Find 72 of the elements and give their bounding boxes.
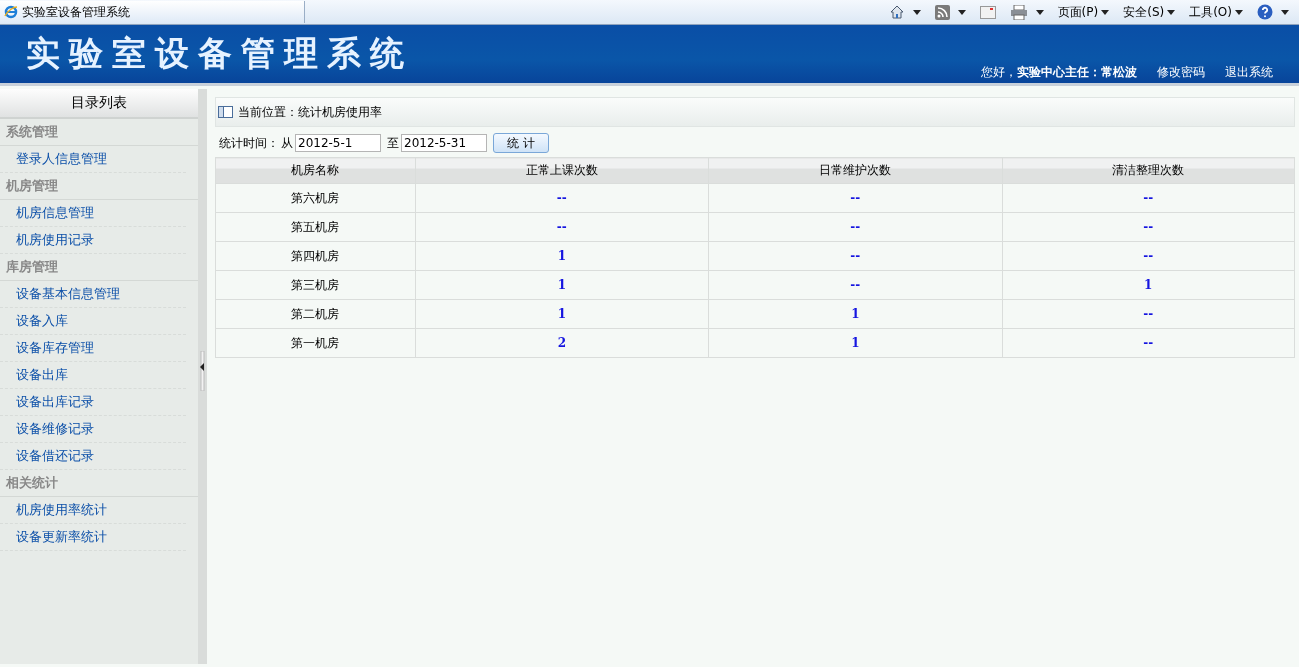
filter-label: 统计时间： (219, 134, 279, 152)
breadcrumb-text: 当前位置：统计机房使用率 (238, 103, 382, 121)
menu-item[interactable]: 机房使用记录 (0, 227, 186, 254)
table-cell: 第五机房 (215, 212, 416, 242)
dropdown-caret-icon (1235, 9, 1243, 15)
table-cell: 2 (415, 328, 709, 358)
tab-title: 实验室设备管理系统 (22, 3, 130, 21)
collapse-handle-icon[interactable] (199, 351, 206, 391)
dropdown-caret-icon (1167, 9, 1176, 15)
menu-item[interactable]: 设备库存管理 (0, 335, 186, 362)
table-cell: 第四机房 (215, 241, 416, 271)
menu-item[interactable]: 设备更新率统计 (0, 524, 186, 551)
panel-icon (218, 106, 233, 118)
browser-tab[interactable]: 实验室设备管理系统 (0, 1, 305, 23)
table-cell: -- (1002, 212, 1295, 242)
menu-item[interactable]: 设备借还记录 (0, 443, 186, 470)
table-cell: -- (708, 241, 1003, 271)
browser-logo-icon (4, 5, 18, 19)
column-header: 清洁整理次数 (1002, 157, 1295, 184)
table-cell: -- (1002, 328, 1295, 358)
table-cell: -- (1002, 183, 1295, 213)
menu-item[interactable]: 设备基本信息管理 (0, 281, 186, 308)
dropdown-caret-icon (1035, 9, 1044, 15)
to-label: 至 (387, 134, 399, 152)
menu-item[interactable]: 设备入库 (0, 308, 186, 335)
menu-item[interactable]: 设备维修记录 (0, 416, 186, 443)
table-cell: -- (415, 212, 709, 242)
system-title: 实验室设备管理系统 (26, 32, 413, 75)
dropdown-caret-icon (1281, 9, 1289, 15)
menu-item[interactable]: 设备出库记录 (0, 389, 186, 416)
table-cell: 1 (415, 299, 709, 329)
start-date-field[interactable]: 2012-5-1 (295, 134, 381, 152)
home-icon[interactable] (888, 4, 905, 20)
menu-item[interactable]: 设备出库 (0, 362, 186, 389)
menu-item[interactable]: 机房信息管理 (0, 200, 186, 227)
end-date-field[interactable]: 2012-5-31 (401, 134, 487, 152)
table-cell: -- (415, 183, 709, 213)
dropdown-caret-icon (912, 9, 921, 15)
table-cell: -- (708, 270, 1003, 300)
table-cell: -- (708, 183, 1003, 213)
toolbar-menu[interactable]: 工具(O) (1189, 3, 1243, 21)
table-cell: 1 (708, 328, 1003, 358)
dropdown-caret-icon (1101, 9, 1110, 15)
menu-item[interactable]: 机房使用率统计 (0, 497, 186, 524)
column-header: 机房名称 (215, 157, 416, 184)
table-cell: 1 (1002, 270, 1295, 300)
menu-item[interactable]: 登录人信息管理 (0, 146, 186, 173)
table-cell: 1 (415, 270, 709, 300)
from-label: 从 (281, 134, 293, 152)
header-link[interactable]: 修改密码 (1157, 64, 1205, 81)
dropdown-caret-icon (957, 9, 966, 15)
statistics-button[interactable]: 统 计 (493, 133, 549, 153)
feed-icon[interactable] (934, 4, 950, 20)
table-cell: 第三机房 (215, 270, 416, 300)
table-cell: -- (1002, 299, 1295, 329)
mail-icon[interactable] (979, 5, 996, 19)
column-header: 正常上课次数 (415, 157, 709, 184)
table-cell: 第一机房 (215, 328, 416, 358)
table-cell: 1 (415, 241, 709, 271)
sidebar-title: 目录列表 (0, 89, 198, 119)
column-header: 日常维护次数 (708, 157, 1003, 184)
printer-icon[interactable] (1009, 4, 1028, 20)
table-cell: 第二机房 (215, 299, 416, 329)
toolbar-menu[interactable]: 安全(S) (1123, 3, 1176, 21)
table-cell: 第六机房 (215, 183, 416, 213)
help-icon[interactable] (1257, 4, 1273, 20)
toolbar-menu[interactable]: 页面(P) (1057, 3, 1110, 21)
table-cell: -- (1002, 241, 1295, 271)
user-greeting: 您好，实验中心主任：常松波 (981, 64, 1137, 81)
table-cell: -- (708, 212, 1003, 242)
table-cell: 1 (708, 299, 1003, 329)
header-link[interactable]: 退出系统 (1225, 64, 1273, 81)
